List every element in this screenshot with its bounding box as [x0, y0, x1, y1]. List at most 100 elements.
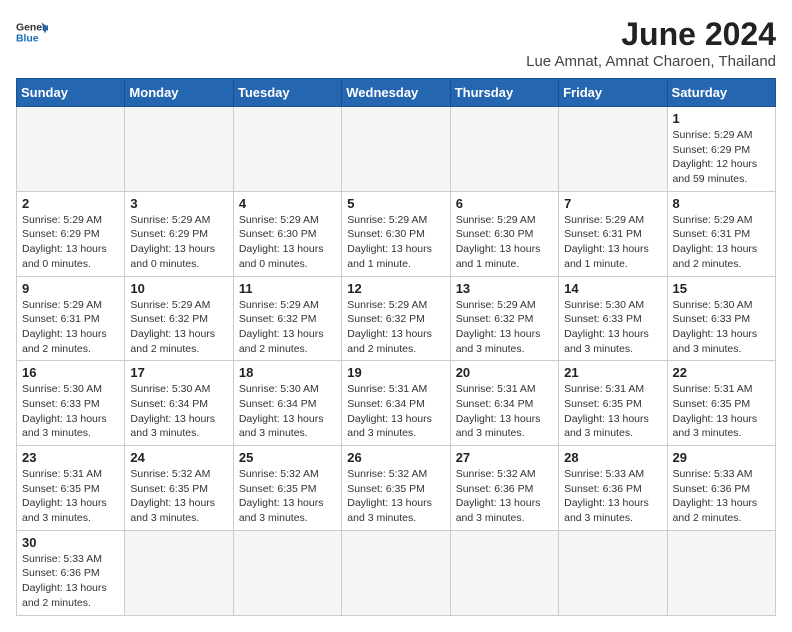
- calendar-cell: 1 Sunrise: 5:29 AMSunset: 6:29 PMDaylight…: [667, 107, 775, 192]
- day-info: Sunrise: 5:31 AMSunset: 6:34 PMDaylight:…: [456, 382, 553, 441]
- calendar-cell: 15 Sunrise: 5:30 AMSunset: 6:33 PMDayligh…: [667, 276, 775, 361]
- day-info: Sunrise: 5:29 AMSunset: 6:32 PMDaylight:…: [456, 298, 553, 357]
- calendar-cell: 27Sunrise: 5:32 AMSunset: 6:36 PMDayligh…: [450, 446, 558, 531]
- day-info: Sunrise: 5:33 AMSunset: 6:36 PMDaylight:…: [22, 552, 119, 611]
- calendar-cell: 22 Sunrise: 5:31 AMSunset: 6:35 PMDayligh…: [667, 361, 775, 446]
- calendar-cell: 5Sunrise: 5:29 AMSunset: 6:30 PMDaylight…: [342, 191, 450, 276]
- header-wednesday: Wednesday: [342, 79, 450, 107]
- calendar-cell: 20 Sunrise: 5:31 AMSunset: 6:34 PMDayligh…: [450, 361, 558, 446]
- day-number: 21: [564, 365, 661, 380]
- calendar-cell: 28 Sunrise: 5:33 AMSunset: 6:36 PMDayligh…: [559, 446, 667, 531]
- calendar-cell: [233, 107, 341, 192]
- day-info: Sunrise: 5:31 AMSunset: 6:34 PMDaylight:…: [347, 382, 444, 441]
- day-info: Sunrise: 5:29 AMSunset: 6:32 PMDaylight:…: [130, 298, 227, 357]
- day-number: 18: [239, 365, 336, 380]
- calendar-row: 30 Sunrise: 5:33 AMSunset: 6:36 PMDayligh…: [17, 530, 776, 615]
- day-info: Sunrise: 5:30 AMSunset: 6:34 PMDaylight:…: [130, 382, 227, 441]
- day-number: 5: [347, 196, 444, 211]
- calendar-cell: [125, 530, 233, 615]
- day-info: Sunrise: 5:31 AMSunset: 6:35 PMDaylight:…: [673, 382, 770, 441]
- day-number: 12: [347, 281, 444, 296]
- day-info: Sunrise: 5:30 AMSunset: 6:34 PMDaylight:…: [239, 382, 336, 441]
- day-number: 20: [456, 365, 553, 380]
- day-number: 16: [22, 365, 119, 380]
- day-info: Sunrise: 5:33 AMSunset: 6:36 PMDaylight:…: [564, 467, 661, 526]
- calendar-cell: 9Sunrise: 5:29 AMSunset: 6:31 PMDaylight…: [17, 276, 125, 361]
- svg-text:Blue: Blue: [16, 34, 39, 45]
- calendar-cell: 16 Sunrise: 5:30 AMSunset: 6:33 PMDayligh…: [17, 361, 125, 446]
- day-info: Sunrise: 5:29 AMSunset: 6:29 PMDaylight:…: [22, 213, 119, 272]
- main-title: June 2024: [526, 16, 776, 53]
- weekday-header-row: Sunday Monday Tuesday Wednesday Thursday…: [17, 79, 776, 107]
- calendar-cell: [342, 530, 450, 615]
- calendar-cell: 11 Sunrise: 5:29 AMSunset: 6:32 PMDayligh…: [233, 276, 341, 361]
- calendar-cell: 17Sunrise: 5:30 AMSunset: 6:34 PMDayligh…: [125, 361, 233, 446]
- day-number: 28: [564, 450, 661, 465]
- day-number: 26: [347, 450, 444, 465]
- day-info: Sunrise: 5:31 AMSunset: 6:35 PMDaylight:…: [564, 382, 661, 441]
- calendar-cell: 7 Sunrise: 5:29 AMSunset: 6:31 PMDaylight…: [559, 191, 667, 276]
- day-number: 6: [456, 196, 553, 211]
- day-info: Sunrise: 5:29 AMSunset: 6:29 PMDaylight:…: [130, 213, 227, 272]
- calendar-cell: 21 Sunrise: 5:31 AMSunset: 6:35 PMDayligh…: [559, 361, 667, 446]
- day-info: Sunrise: 5:32 AMSunset: 6:35 PMDaylight:…: [347, 467, 444, 526]
- day-number: 13: [456, 281, 553, 296]
- calendar-row: 9Sunrise: 5:29 AMSunset: 6:31 PMDaylight…: [17, 276, 776, 361]
- calendar-cell: 29 Sunrise: 5:33 AMSunset: 6:36 PMDayligh…: [667, 446, 775, 531]
- logo: General Blue: [16, 16, 48, 48]
- day-number: 29: [673, 450, 770, 465]
- header: General Blue June 2024 Lue Amnat, Amnat …: [16, 16, 776, 70]
- day-number: 3: [130, 196, 227, 211]
- day-number: 11: [239, 281, 336, 296]
- day-number: 30: [22, 535, 119, 550]
- calendar-row: 2Sunrise: 5:29 AMSunset: 6:29 PMDaylight…: [17, 191, 776, 276]
- day-info: Sunrise: 5:29 AMSunset: 6:31 PMDaylight:…: [673, 213, 770, 272]
- day-info: Sunrise: 5:31 AMSunset: 6:35 PMDaylight:…: [22, 467, 119, 526]
- calendar-row: 1 Sunrise: 5:29 AMSunset: 6:29 PMDaylight…: [17, 107, 776, 192]
- calendar-cell: 6 Sunrise: 5:29 AMSunset: 6:30 PMDaylight…: [450, 191, 558, 276]
- day-info: Sunrise: 5:33 AMSunset: 6:36 PMDaylight:…: [673, 467, 770, 526]
- header-saturday: Saturday: [667, 79, 775, 107]
- day-number: 7: [564, 196, 661, 211]
- calendar-cell: 4Sunrise: 5:29 AMSunset: 6:30 PMDaylight…: [233, 191, 341, 276]
- calendar-cell: [233, 530, 341, 615]
- title-area: June 2024 Lue Amnat, Amnat Charoen, Thai…: [526, 16, 776, 70]
- calendar-cell: [559, 530, 667, 615]
- calendar-cell: [667, 530, 775, 615]
- calendar-cell: 30 Sunrise: 5:33 AMSunset: 6:36 PMDayligh…: [17, 530, 125, 615]
- calendar-cell: [342, 107, 450, 192]
- day-info: Sunrise: 5:29 AMSunset: 6:32 PMDaylight:…: [347, 298, 444, 357]
- day-number: 1: [673, 111, 770, 126]
- header-thursday: Thursday: [450, 79, 558, 107]
- day-info: Sunrise: 5:32 AMSunset: 6:35 PMDaylight:…: [239, 467, 336, 526]
- day-info: Sunrise: 5:30 AMSunset: 6:33 PMDaylight:…: [673, 298, 770, 357]
- calendar-cell: 8 Sunrise: 5:29 AMSunset: 6:31 PMDaylight…: [667, 191, 775, 276]
- day-info: Sunrise: 5:30 AMSunset: 6:33 PMDaylight:…: [22, 382, 119, 441]
- day-info: Sunrise: 5:29 AMSunset: 6:30 PMDaylight:…: [456, 213, 553, 272]
- logo-icon: General Blue: [16, 16, 48, 48]
- calendar-cell: [559, 107, 667, 192]
- day-info: Sunrise: 5:29 AMSunset: 6:32 PMDaylight:…: [239, 298, 336, 357]
- header-friday: Friday: [559, 79, 667, 107]
- day-number: 8: [673, 196, 770, 211]
- day-info: Sunrise: 5:29 AMSunset: 6:31 PMDaylight:…: [564, 213, 661, 272]
- day-number: 22: [673, 365, 770, 380]
- calendar-row: 16 Sunrise: 5:30 AMSunset: 6:33 PMDayligh…: [17, 361, 776, 446]
- day-info: Sunrise: 5:29 AMSunset: 6:30 PMDaylight:…: [239, 213, 336, 272]
- calendar-cell: 24Sunrise: 5:32 AMSunset: 6:35 PMDayligh…: [125, 446, 233, 531]
- calendar-cell: 2Sunrise: 5:29 AMSunset: 6:29 PMDaylight…: [17, 191, 125, 276]
- day-number: 19: [347, 365, 444, 380]
- day-number: 9: [22, 281, 119, 296]
- calendar-row: 23 Sunrise: 5:31 AMSunset: 6:35 PMDayligh…: [17, 446, 776, 531]
- calendar-cell: 3 Sunrise: 5:29 AMSunset: 6:29 PMDaylight…: [125, 191, 233, 276]
- day-number: 24: [130, 450, 227, 465]
- calendar-cell: 10 Sunrise: 5:29 AMSunset: 6:32 PMDayligh…: [125, 276, 233, 361]
- day-number: 23: [22, 450, 119, 465]
- header-tuesday: Tuesday: [233, 79, 341, 107]
- day-number: 25: [239, 450, 336, 465]
- day-number: 14: [564, 281, 661, 296]
- day-number: 10: [130, 281, 227, 296]
- day-number: 15: [673, 281, 770, 296]
- calendar-cell: 13 Sunrise: 5:29 AMSunset: 6:32 PMDayligh…: [450, 276, 558, 361]
- day-info: Sunrise: 5:29 AMSunset: 6:29 PMDaylight:…: [673, 128, 770, 187]
